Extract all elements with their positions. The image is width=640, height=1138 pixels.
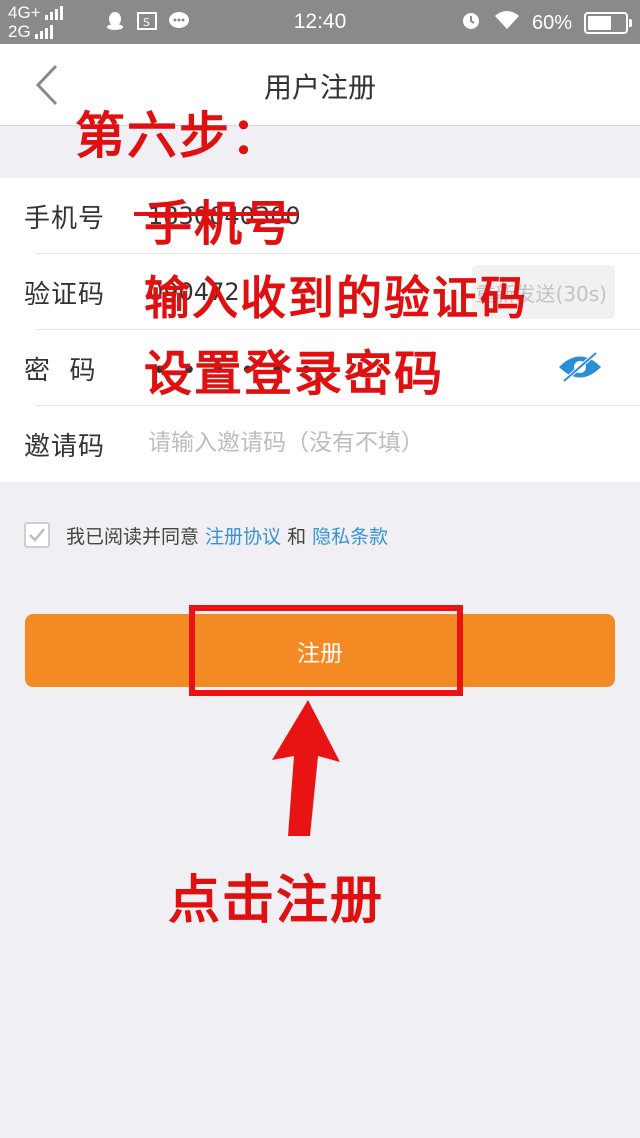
code-label: 验证码 (24, 280, 106, 310)
battery-icon (584, 12, 632, 34)
wifi-icon (494, 9, 520, 37)
agree-and: 和 (281, 525, 313, 548)
annotation-phone: 手机号 (144, 196, 295, 252)
annotation-highlight-box (189, 605, 463, 696)
password-label: 密 码 (24, 356, 97, 386)
alarm-icon (460, 9, 482, 37)
annotation-step: 第六步： (75, 107, 283, 165)
agree-text: 我已阅读并同意 (66, 525, 206, 548)
phone-label: 手机号 (24, 204, 106, 234)
invite-row: 邀请码 (0, 406, 640, 482)
annotation-click: 点击注册 (168, 871, 385, 931)
invite-input[interactable] (148, 430, 588, 456)
check-icon (29, 528, 45, 542)
status-bar: 4G+ 2G S 12:40 60% (0, 0, 640, 44)
invite-label: 邀请码 (24, 432, 106, 462)
terms-link[interactable]: 注册协议 (205, 522, 281, 549)
arrow-up-icon (260, 690, 350, 840)
eye-hidden-icon[interactable] (556, 350, 604, 384)
annotation-password: 设置登录密码 (144, 346, 445, 402)
annotation-code: 输入收到的验证码 (144, 271, 528, 325)
privacy-link[interactable]: 隐私条款 (312, 522, 388, 549)
battery-percent: 60% (531, 11, 572, 34)
agree-checkbox[interactable] (24, 522, 50, 548)
register-form: 手机号 1830040300 验证码 090472 重新发送(30s) 密 码 … (0, 178, 640, 482)
agreement: 我已阅读并同意 注册协议 和 隐私条款 (24, 520, 388, 550)
phone-row: 手机号 1830040300 (0, 178, 640, 254)
